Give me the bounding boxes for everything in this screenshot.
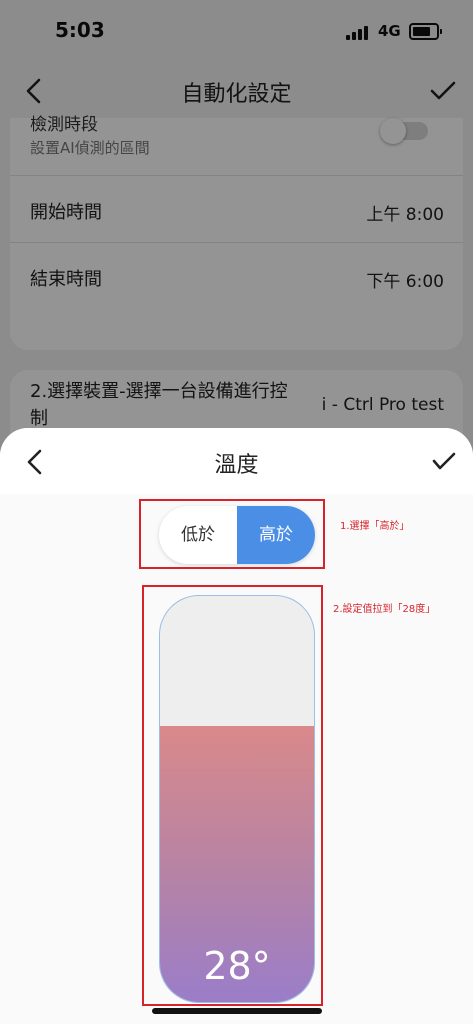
annotation-step2: 2.設定值拉到「28度」 (333, 604, 436, 615)
home-indicator (152, 1008, 322, 1014)
annotation-box-step1 (139, 499, 325, 569)
sheet-confirm-icon[interactable] (432, 451, 456, 471)
annotation-box-step2 (142, 585, 323, 1006)
sheet-title: 溫度 (214, 453, 259, 478)
annotation-step1: 1.選擇「高於」 (340, 521, 410, 532)
